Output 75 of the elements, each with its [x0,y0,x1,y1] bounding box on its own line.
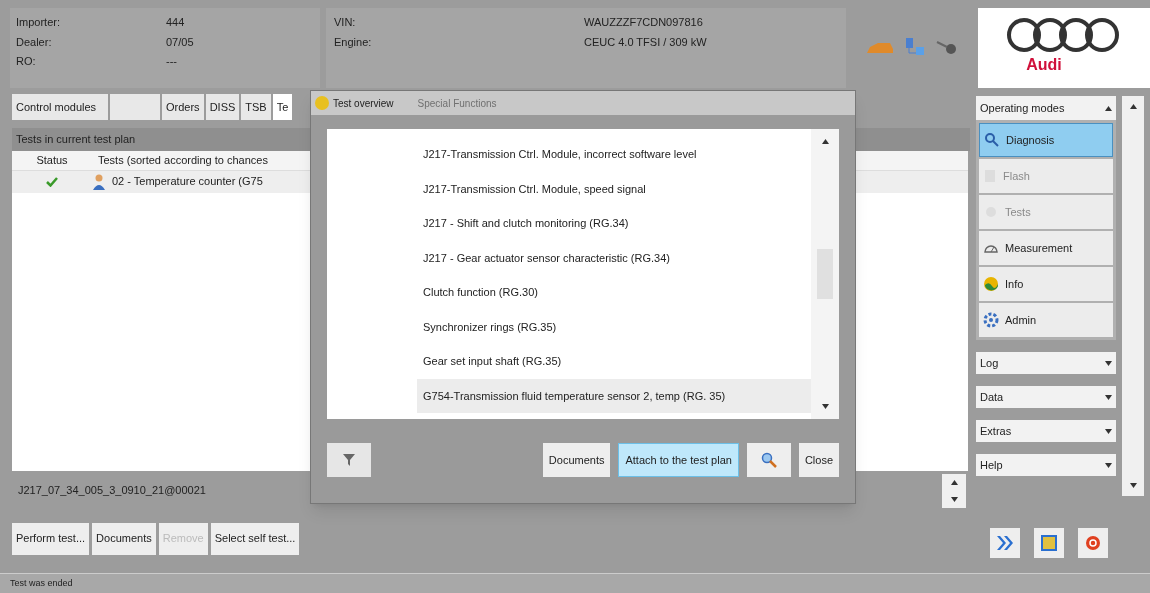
field-label: Dealer: [16,34,53,50]
field-value: 07/05 [166,34,194,50]
scroll-buttons[interactable] [942,473,966,508]
caret-down-icon [1105,462,1112,468]
field-label: Importer: [16,15,61,30]
double-arrow-icon [997,536,1013,550]
dialog-subtitle: Special Functions [417,96,497,111]
table-cell-text: 02 - Temperature counter (G75 [111,174,263,190]
filter-button[interactable] [327,443,371,477]
menu-dropdown[interactable]: Help [976,454,1116,476]
person-icon [92,173,106,190]
tab[interactable]: TSB [241,94,271,120]
magnifier-icon [984,132,1000,148]
test-code: J217_07_34_005_3_0910_21@00021 [17,483,206,499]
search-icon [760,452,777,468]
list-item[interactable]: J217 - Gear actuator sensor characteristic (RG.34) [417,240,811,275]
action-button[interactable]: Documents [92,522,156,555]
field-label: Engine: [334,34,373,50]
tab[interactable]: DISS [205,94,240,120]
list-item[interactable]: Synchronizer rings (RG.35) [417,309,811,344]
section-header[interactable]: Operating modes [976,96,1116,120]
caret-down-icon [1105,394,1112,400]
dialog-button[interactable]: Attach to the test plan [618,443,739,477]
forward-button[interactable] [990,528,1020,558]
scrollbar[interactable] [811,129,839,419]
caret-down-icon [1105,428,1112,434]
tab[interactable]: Orders [162,94,204,120]
caret-down-icon [950,496,958,502]
caret-up-icon [1105,105,1112,111]
dialog-button[interactable]: Documents [542,443,611,477]
caret-up-icon [821,139,829,144]
network-icon[interactable] [904,38,926,58]
caret-down-icon [1105,360,1112,366]
column-header: Status [35,152,69,168]
field-label: RO: [16,54,37,69]
field-value: WAUZZZF7CDN097816 [584,15,703,30]
list-item[interactable]: J217-Transmission Ctrl. Module, speed signal [417,171,811,206]
capture-button[interactable] [1034,528,1064,558]
menu-dropdown[interactable]: Extras [976,420,1116,442]
caret-down-icon [1129,483,1137,488]
list-item[interactable]: G754-Transmission fluid temperature sensor 2, temp (RG. 35) [417,378,811,413]
list-item[interactable]: Gear set input shaft (RG.35) [417,344,811,379]
mode-button[interactable]: Diagnosis [979,123,1113,157]
mode-button[interactable]: Admin [979,303,1113,337]
tab[interactable]: Control modules [12,94,108,120]
caret-up-icon [950,479,958,485]
frame-icon [1041,535,1057,551]
action-button[interactable]: Select self test... [210,522,300,555]
status-text: Test was ended [10,576,73,590]
dialog-title: Test overview [333,96,394,111]
stop-icon [1085,535,1101,551]
stop-button[interactable] [1078,528,1108,558]
field-value: --- [166,54,177,69]
caret-down-icon [821,404,829,409]
mode-button[interactable]: Measurement [979,231,1113,265]
menu-dropdown[interactable]: Log [976,352,1116,374]
search-button[interactable] [746,443,791,477]
column-header: Tests (sorted according to chances [97,152,268,168]
dialog-button[interactable]: Close [798,443,839,477]
field-value: 444 [166,15,185,30]
field-value: CEUC 4.0 TFSI / 309 kW [584,34,707,50]
caret-up-icon [1129,104,1137,109]
tab[interactable]: Te [272,94,293,120]
mode-button[interactable]: Info [979,267,1113,301]
funnel-icon [343,454,355,466]
action-button[interactable]: Perform test... [12,522,90,555]
scrollbar[interactable] [1122,96,1144,496]
key-icon[interactable] [936,40,958,56]
globe-icon [983,276,999,292]
menu-dropdown[interactable]: Data [976,386,1116,408]
field-label: VIN: [334,15,357,30]
brand-name: Audi [1026,55,1062,75]
list-item[interactable]: Clutch function (RG.30) [417,275,811,310]
section-title: Operating modes [980,100,1065,116]
list-item[interactable]: J217 - Shift and clutch monitoring (RG.34) [417,206,811,241]
